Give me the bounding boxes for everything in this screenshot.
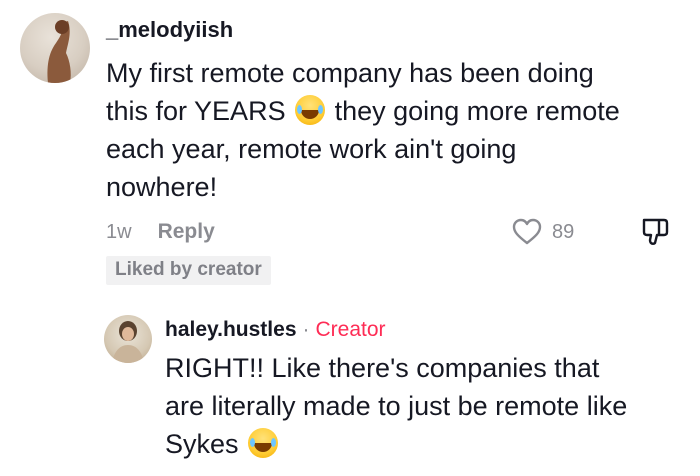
reply-button[interactable]: Reply bbox=[158, 220, 215, 244]
face-with-tears-of-joy-icon bbox=[295, 95, 326, 125]
reply-text: RIGHT!! Like there's companies that are … bbox=[165, 349, 635, 463]
comment-timestamp: 1w bbox=[106, 220, 132, 243]
like-count: 89 bbox=[552, 221, 575, 243]
comment-meta: 1w Reply bbox=[106, 220, 215, 244]
creator-badge: Creator bbox=[315, 318, 386, 341]
avatar-photo bbox=[112, 321, 144, 363]
comment-text: My first remote company has been doing t… bbox=[106, 54, 626, 206]
avatar-photo bbox=[47, 20, 71, 83]
reply-username[interactable]: haley.hustles bbox=[165, 318, 297, 342]
reply-avatar[interactable] bbox=[104, 315, 152, 363]
reply-header: haley.hustles · Creator bbox=[165, 318, 386, 342]
liked-by-creator-badge: Liked by creator bbox=[106, 256, 271, 285]
heart-outline-icon[interactable] bbox=[512, 218, 542, 246]
separator-dot: · bbox=[302, 318, 310, 341]
avatar[interactable] bbox=[20, 13, 90, 83]
face-with-tears-of-joy-icon bbox=[248, 428, 279, 458]
dislike-icon[interactable] bbox=[640, 216, 670, 246]
comment-username[interactable]: _melodyiish bbox=[106, 17, 233, 43]
reply-text-body: RIGHT!! Like there's companies that are … bbox=[165, 353, 628, 459]
